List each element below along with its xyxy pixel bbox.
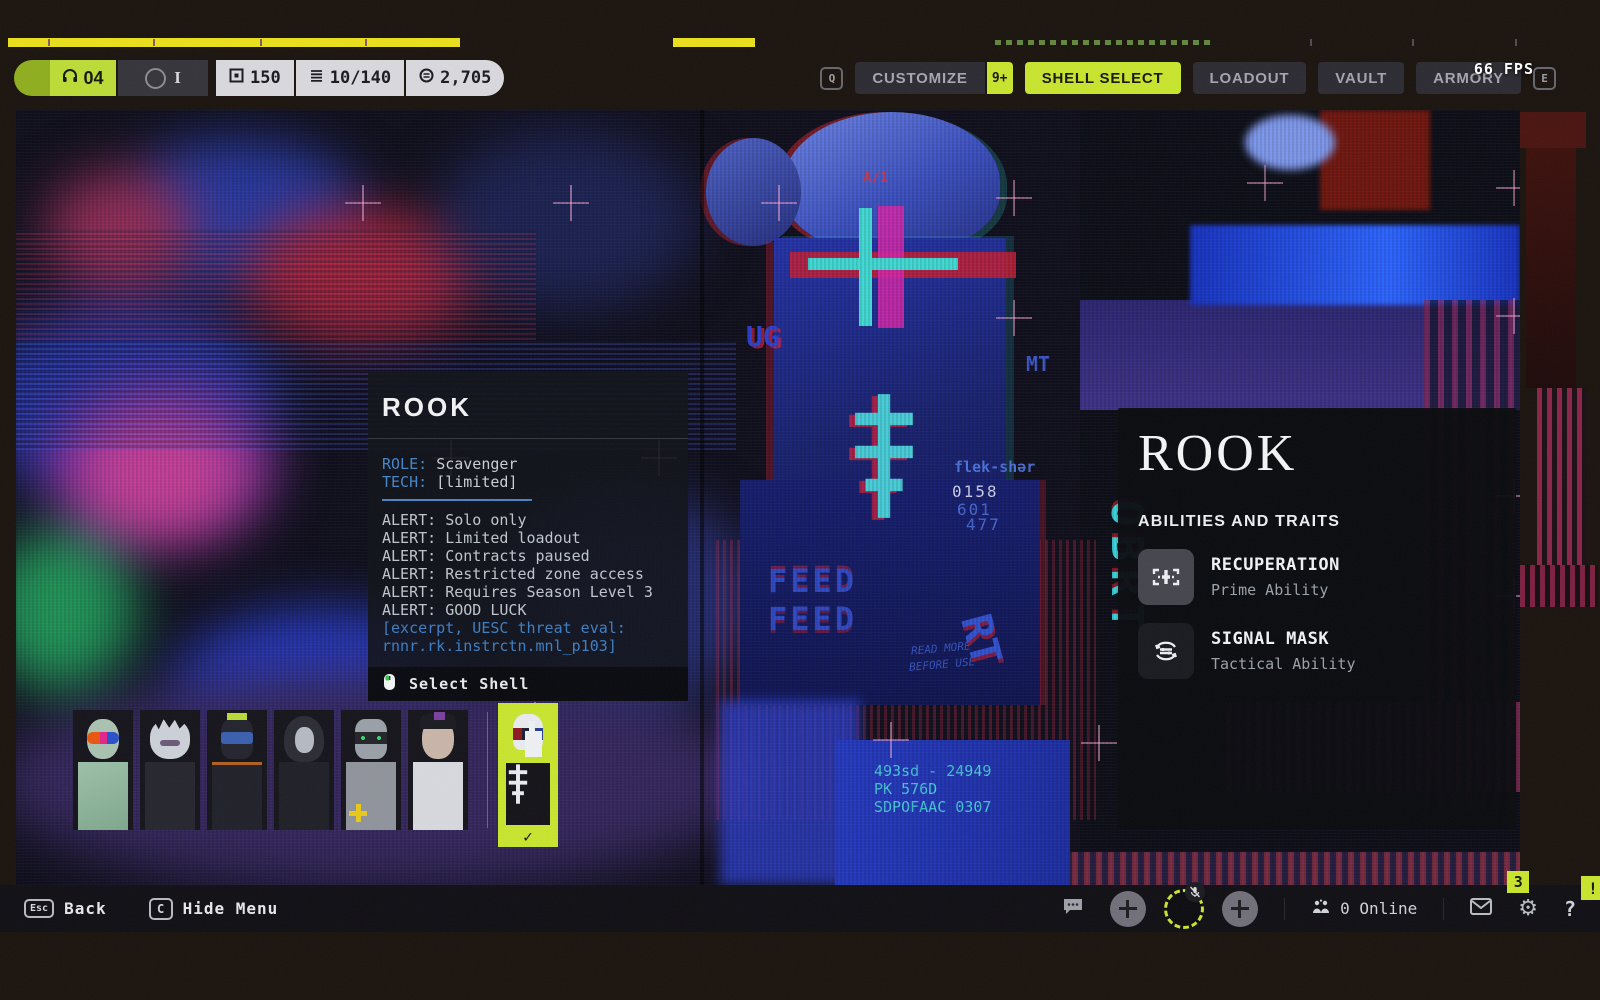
alert-line: ALERT: Requires Season Level 3 [382,583,674,601]
top-hud-bar: 04 I 150 10/140 [0,60,1600,98]
help-button[interactable]: ? [1564,897,1576,921]
bottom-hud-bar: Esc Back C Hide Menu 0 Online [0,885,1600,932]
credit-icon [419,68,434,88]
hide-menu-button[interactable]: C Hide Menu [149,898,279,920]
tech-label: TECH: [382,473,427,491]
alert-line: ALERT: Contracts paused [382,547,674,565]
shell-row-divider [487,712,488,828]
shell-info-tooltip: ROOK ROLE: Scavenger TECH: [limited] ALE… [368,372,688,701]
mail-badge: 3 [1507,871,1529,893]
alert-badge[interactable]: ! [1581,876,1600,900]
select-shell-label: Select Shell [409,675,529,693]
party-count: 04 [83,68,103,89]
fps-counter: 66 FPS [1474,60,1534,78]
shell-card-6[interactable] [408,710,468,830]
tech-value: [limited] [436,473,517,491]
top-progress-strip [0,38,1600,47]
voice-volume-up-button[interactable] [1222,891,1258,927]
shell-card-3[interactable] [207,710,267,830]
stat-frame-value: 150 [250,68,281,88]
mode-circle-icon [145,68,166,89]
ability-name: RECUPERATION [1211,555,1340,575]
tab-customize[interactable]: CUSTOMIZE [855,62,984,94]
stat-credits[interactable]: 2,705 [406,60,504,96]
details-title: ROOK [1138,424,1516,483]
tab-shell-select[interactable]: SHELL SELECT [1025,62,1181,94]
progress-dashed-segment [995,40,1210,45]
shell-card-5[interactable] [341,710,401,830]
shell-card-selected[interactable]: ✓ [498,703,558,847]
pixel-rune-icon [506,763,550,825]
shell-card-4[interactable] [274,710,334,830]
ability-recuperation[interactable]: RECUPERATION Prime Ability [1138,549,1516,605]
stat-credits-value: 2,705 [440,68,491,88]
online-count: 0 Online [1340,899,1417,918]
shell-card-1[interactable] [73,710,133,830]
hide-menu-label: Hide Menu [183,899,279,918]
frame-icon [229,68,244,88]
tooltip-title: ROOK [368,392,688,423]
progress-segment [8,38,460,47]
progress-segment [673,38,755,47]
back-button[interactable]: Esc Back [24,899,107,918]
shell-details-panel: ROOK ABILITIES AND TRAITS RECUPERATION P… [1118,408,1516,828]
key-hint-next: E [1533,67,1556,90]
party-pill-cap [14,60,50,96]
stat-frame[interactable]: 150 [216,60,294,96]
tab-vault[interactable]: VAULT [1318,62,1404,94]
abilities-section-title: ABILITIES AND TRAITS [1138,513,1516,531]
c-key-icon: C [149,898,173,920]
tab-customize-wrap: CUSTOMIZE 9+ [855,62,1012,94]
mode-pill[interactable]: I [118,60,208,96]
excerpt-line: rnnr.rk.instrctn.mnl_p103] [382,637,674,655]
esc-key-icon: Esc [24,899,54,918]
stack-icon [309,68,324,88]
headset-icon [62,68,78,89]
alert-line: ALERT: Limited loadout [382,529,674,547]
shell-select-screen: 04 I 150 10/140 [0,0,1600,1000]
ability-signal-mask[interactable]: SIGNAL MASK Tactical Ability [1138,623,1516,679]
party-pill[interactable]: 04 [14,60,116,96]
stat-stack-value: 10/140 [330,68,391,88]
mic-muted-icon [1185,882,1205,902]
ability-type: Prime Ability [1211,581,1340,599]
ability-name: SIGNAL MASK [1211,629,1356,649]
online-status[interactable]: 0 Online [1311,899,1417,919]
mail-button[interactable]: 3 [1470,898,1492,919]
alert-line: ALERT: Solo only [382,511,674,529]
voice-activity-indicator[interactable] [1164,889,1204,929]
stat-stack[interactable]: 10/140 [296,60,404,96]
tab-loadout[interactable]: LOADOUT [1193,62,1307,94]
back-label: Back [64,899,107,918]
role-value: Scavenger [436,455,517,473]
selected-checkmark: ✓ [498,827,558,846]
shell-thumbnail-row [73,710,468,830]
mouse-icon [383,673,396,695]
mode-label: I [174,68,181,88]
settings-gear-icon[interactable]: ⚙ [1518,896,1538,921]
signal-mask-icon [1138,623,1194,679]
chat-icon[interactable] [1062,897,1084,920]
select-shell-button[interactable]: Select Shell [368,667,688,701]
players-icon [1311,899,1331,919]
ability-type: Tactical Ability [1211,655,1356,673]
customize-badge: 9+ [987,62,1013,94]
alert-line: ALERT: GOOD LUCK [382,601,674,619]
role-label: ROLE: [382,455,427,473]
alert-line: ALERT: Restricted zone access [382,565,674,583]
shell-card-2[interactable] [140,710,200,830]
excerpt-line: [excerpt, UESC threat eval: [382,619,674,637]
voice-volume-down-button[interactable] [1110,891,1146,927]
recuperation-icon [1138,549,1194,605]
key-hint-prev: Q [820,67,843,90]
